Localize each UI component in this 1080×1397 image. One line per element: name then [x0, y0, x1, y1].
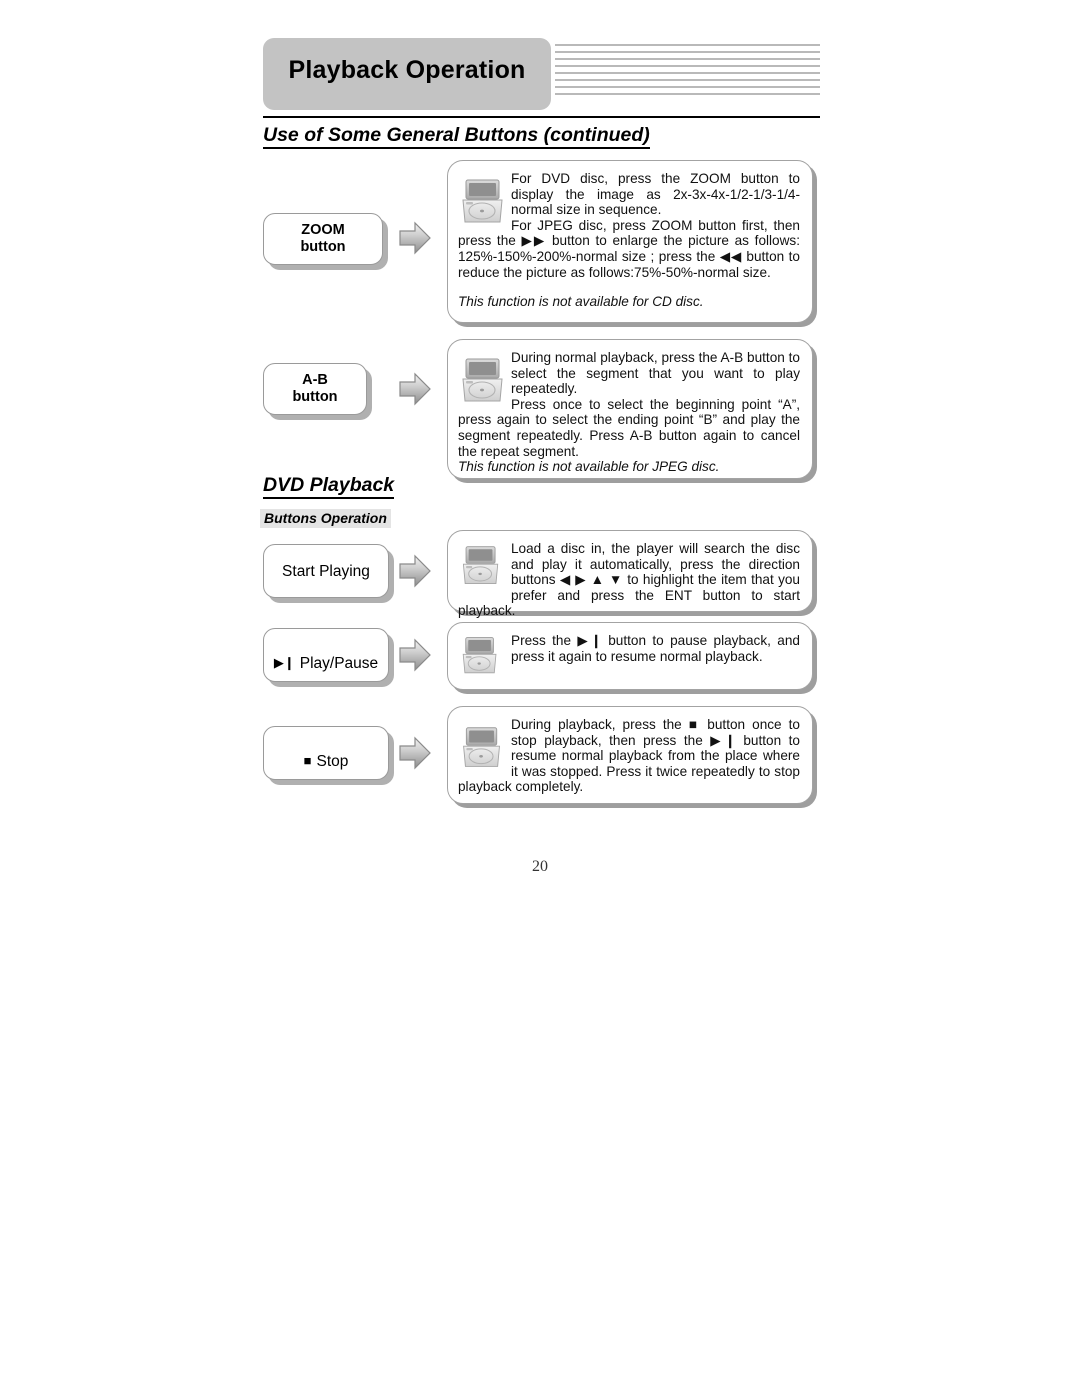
header-stripe-decoration — [555, 44, 820, 102]
section-heading-general-buttons: Use of Some General Buttons (continued) — [263, 124, 650, 149]
right-arrow-icon — [398, 220, 432, 256]
start-playing-button-label: Start Playing — [282, 562, 370, 580]
ab-button-box[interactable]: A-B button — [263, 363, 367, 415]
stop-paragraph-1: During playback, press the ■ button once… — [458, 717, 800, 795]
manual-page: Playback Operation Use of Some General B… — [0, 0, 1080, 1397]
zoom-button-label: ZOOM button — [300, 222, 346, 255]
stop-description-box: During playback, press the ■ button once… — [447, 706, 813, 804]
dvd-player-icon — [461, 177, 505, 227]
right-arrow-icon — [398, 735, 432, 771]
zoom-note: This function is not available for CD di… — [458, 294, 704, 310]
section-heading-dvd-playback: DVD Playback — [263, 474, 395, 499]
zoom-button-box[interactable]: ZOOM button — [263, 213, 383, 265]
zoom-description-box: For DVD disc, press the ZOOM button to d… — [447, 160, 813, 323]
dvd-player-icon — [461, 544, 505, 588]
ab-button-label: A-B button — [292, 372, 338, 405]
subsection-heading-buttons-operation: Buttons Operation — [260, 509, 391, 528]
right-arrow-icon — [398, 553, 432, 589]
play-pause-button-label: ▶❙ Play/Pause — [274, 638, 378, 672]
play-pause-icon: ▶❙ — [273, 655, 295, 670]
dvd-player-icon — [461, 635, 505, 677]
dvd-player-icon — [461, 725, 505, 775]
play-pause-button-box[interactable]: ▶❙ Play/Pause — [263, 628, 389, 682]
stop-button-box[interactable]: ■ Stop — [263, 726, 389, 780]
ab-note: This function is not available for JPEG … — [458, 459, 720, 475]
right-arrow-icon — [398, 637, 432, 673]
start-playing-button-box[interactable]: Start Playing — [263, 544, 389, 598]
play-pause-description-box: Press the ▶❙ button to pause playback, a… — [447, 622, 813, 690]
zoom-paragraph-1: For DVD disc, press the ZOOM button to d… — [511, 171, 800, 218]
stop-icon: ■ — [303, 753, 312, 768]
ab-description-box: During normal playback, press the A-B bu… — [447, 339, 813, 479]
right-arrow-icon — [398, 371, 432, 407]
section-heading-general-buttons-text: Use of Some General Buttons (continued) — [263, 124, 650, 149]
stop-button-label: ■ Stop — [304, 736, 349, 770]
section-heading-dvd-playback-text: DVD Playback — [263, 474, 395, 499]
page-header: Playback Operation — [263, 38, 820, 110]
header-divider — [263, 116, 820, 118]
start-playing-paragraph-1: Load a disc in, the player will search t… — [458, 541, 800, 619]
play-pause-button-text: Play/Pause — [299, 655, 379, 672]
page-title: Playback Operation — [288, 56, 526, 84]
stop-button-text: Stop — [316, 753, 349, 770]
ab-paragraph-1: During normal playback, press the A-B bu… — [511, 350, 800, 397]
ab-paragraph-2: Press once to select the beginning point… — [458, 396, 800, 459]
dvd-player-icon — [461, 356, 505, 406]
start-playing-description-box: Load a disc in, the player will search t… — [447, 530, 813, 618]
page-number: 20 — [532, 858, 548, 875]
zoom-paragraph-2: For JPEG disc, press ZOOM button first, … — [458, 217, 800, 280]
play-pause-paragraph-1: Press the ▶❙ button to pause playback, a… — [511, 633, 800, 664]
